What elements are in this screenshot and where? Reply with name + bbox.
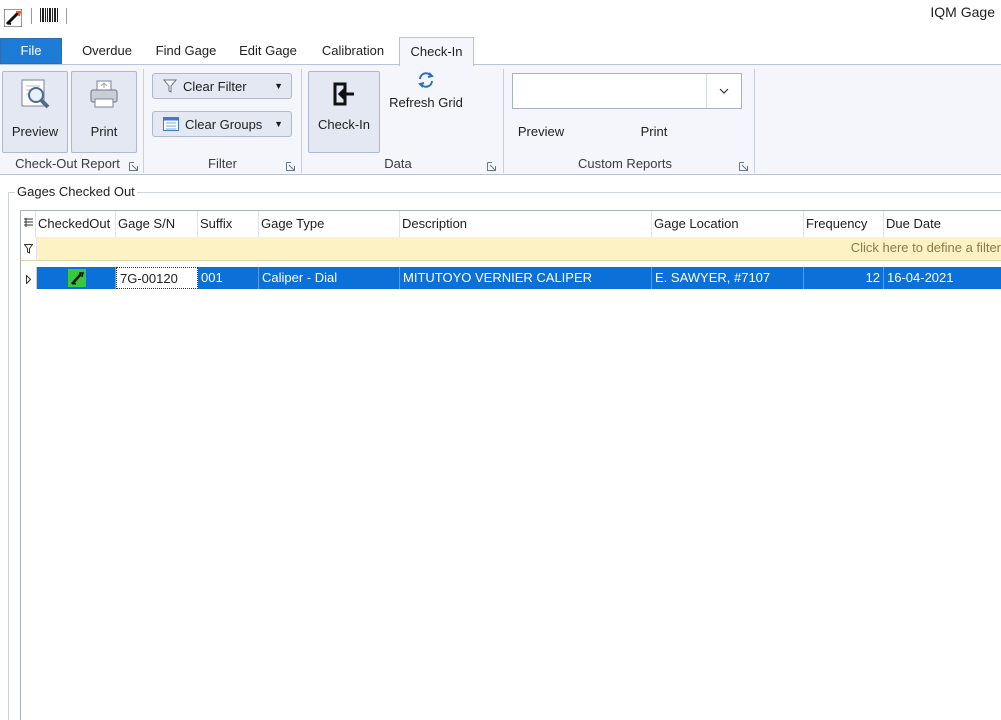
ribbon: Preview Print Check-Out Report Clear Fil… [0,64,1001,175]
chevron-down-icon: ▼ [274,119,283,129]
refresh-grid-button[interactable]: Refresh Grid [383,69,469,119]
barcode-icon[interactable] [40,8,58,22]
cell-due-date[interactable]: 16-04-2021 [884,267,1001,289]
app-title: IQM Gage [930,4,995,20]
tab-check-in[interactable]: Check-In [399,37,474,66]
cell-frequency[interactable]: 12 [804,267,884,289]
column-header-suffix[interactable]: Suffix [198,211,259,237]
group-label-data: Data [384,156,412,171]
check-in-icon [332,82,356,109]
cell-checkedout[interactable] [36,267,116,289]
chevron-down-icon[interactable] [719,84,729,98]
column-chooser-icon[interactable] [21,211,36,237]
refresh-grid-label: Refresh Grid [389,95,463,110]
gage-checked-out-icon [68,269,86,287]
column-header-checkedout[interactable]: CheckedOut [36,211,116,237]
tab-calibration[interactable]: Calibration [313,40,393,62]
preview-button[interactable]: Preview [2,71,68,153]
groups-grid-icon [163,117,179,131]
funnel-icon [163,79,177,93]
column-header-gage-type[interactable]: Gage Type [259,211,400,237]
clear-groups-button[interactable]: Clear Groups ▼ [152,111,292,137]
groupbox-border [8,192,1001,193]
cell-description[interactable]: MITUTOYO VERNIER CALIPER [400,267,652,289]
funnel-icon [23,243,34,257]
cell-gage-sn[interactable]: 7G-00120 [116,267,198,289]
check-in-label: Check-In [317,117,371,132]
dialog-launcher-icon[interactable] [286,162,295,171]
cell-suffix[interactable]: 001 [198,267,259,289]
clear-filter-button[interactable]: Clear Filter ▼ [152,73,292,99]
filter-row-indicator [21,237,37,260]
printer-icon [88,78,120,113]
group-separator [754,69,755,173]
current-row-arrow-icon [26,273,32,287]
column-header-description[interactable]: Description [400,211,652,237]
ribbon-tabs: File Overdue Find Gage Edit Gage Calibra… [0,36,1001,66]
auto-filter-row[interactable]: Click here to define a filter [21,237,1001,261]
clear-filter-label: Clear Filter [183,78,247,94]
group-separator [503,69,504,173]
dialog-launcher-icon[interactable] [739,162,748,171]
chevron-down-icon: ▼ [274,81,283,91]
app-logo-icon[interactable] [3,8,23,28]
tab-file[interactable]: File [0,38,62,64]
combo-divider [706,74,707,108]
column-header-due-date[interactable]: Due Date [884,211,1001,237]
filter-prompt[interactable]: Click here to define a filter [851,240,1001,255]
row-indicator[interactable] [21,267,37,289]
tab-find-gage[interactable]: Find Gage [148,40,224,62]
tab-edit-gage[interactable]: Edit Gage [232,40,304,62]
column-header-frequency[interactable]: Frequency [804,211,884,237]
clear-groups-label: Clear Groups [185,116,263,132]
tab-overdue[interactable]: Overdue [72,40,142,62]
print-label: Print [90,124,118,139]
gages-grid[interactable]: CheckedOut Gage S/N Suffix Gage Type Des… [20,210,1001,720]
column-header-gage-sn[interactable]: Gage S/N [116,211,198,237]
toolbar-separator [66,8,67,24]
dialog-launcher-icon[interactable] [487,162,496,171]
group-separator [143,69,144,173]
group-label-checkout-report: Check-Out Report [15,156,120,171]
toolbar-separator [31,8,32,24]
cell-gage-type[interactable]: Caliper - Dial [259,267,400,289]
preview-label: Preview [11,124,59,139]
group-label-custom-reports: Custom Reports [578,156,672,171]
cell-gage-location[interactable]: E. SAWYER, #7107 [652,267,804,289]
custom-preview-button[interactable]: Preview [512,124,570,139]
groupbox-border [8,192,9,720]
table-row[interactable]: 7G-00120 001 Caliper - Dial MITUTOYO VER… [21,267,1001,289]
check-in-button[interactable]: Check-In [308,71,380,153]
grid-header: CheckedOut Gage S/N Suffix Gage Type Des… [21,211,1001,238]
refresh-icon [383,71,469,89]
custom-print-button[interactable]: Print [630,124,678,139]
dialog-launcher-icon[interactable] [129,162,138,171]
group-separator [301,69,302,173]
title-bar: IQM Gage [0,0,1001,36]
preview-icon [19,78,51,113]
print-button[interactable]: Print [71,71,137,153]
custom-report-select[interactable] [512,73,742,109]
column-header-gage-location[interactable]: Gage Location [652,211,804,237]
groupbox-title: Gages Checked Out [15,184,137,199]
group-label-filter: Filter [208,156,237,171]
